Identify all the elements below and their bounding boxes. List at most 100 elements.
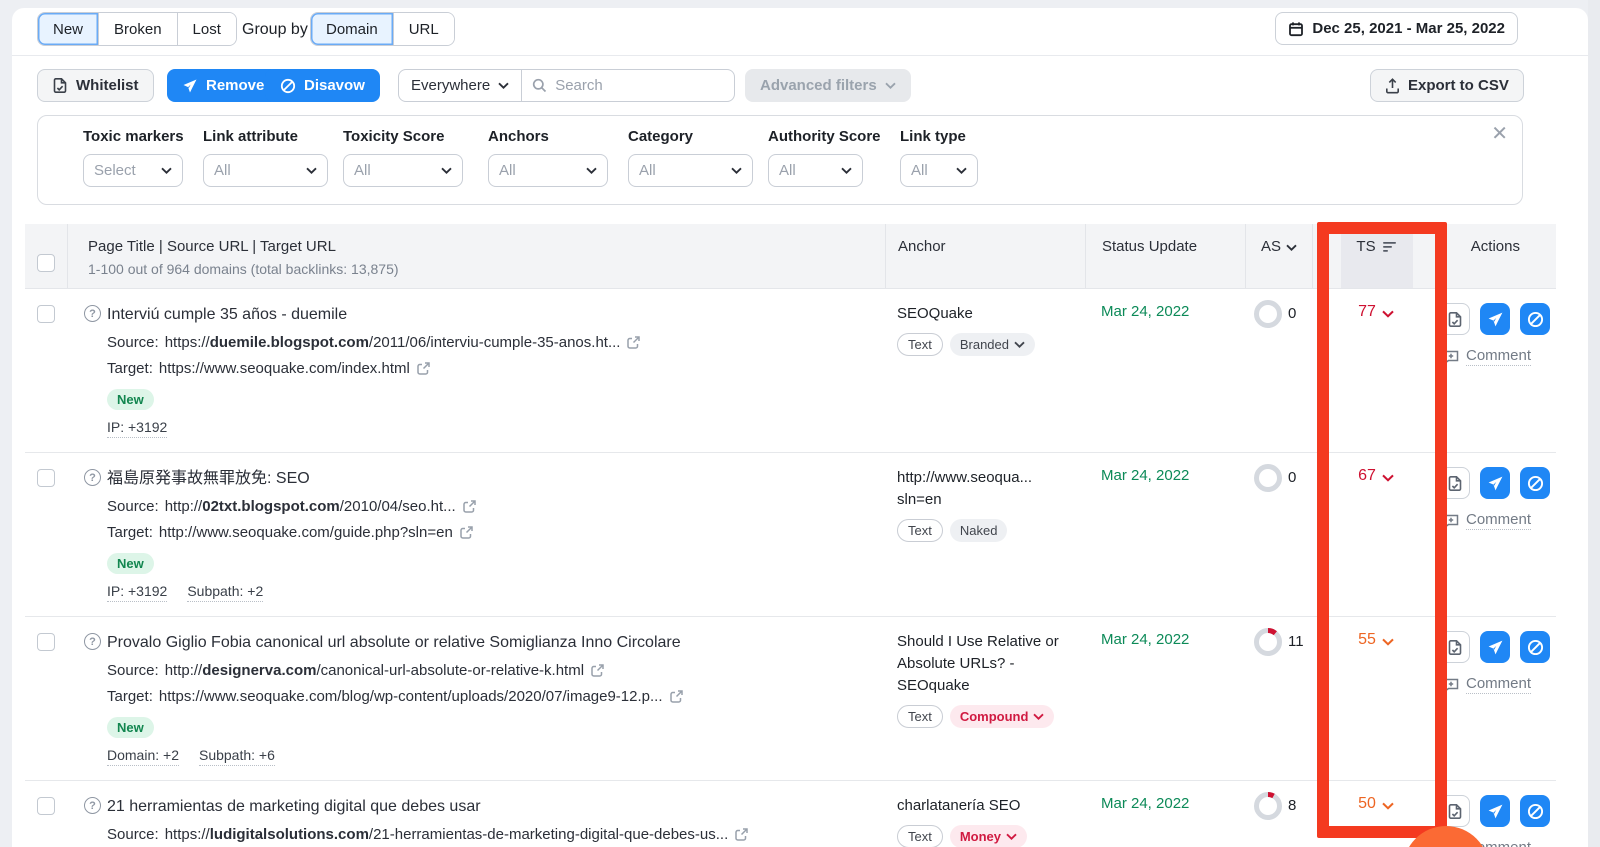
tab-lost[interactable]: Lost <box>177 13 236 45</box>
disavow-button[interactable]: Disavow <box>265 69 380 102</box>
target-url[interactable]: https://www.seoquake.com/index.html <box>159 358 410 379</box>
whitelist-row-button[interactable] <box>1440 631 1471 663</box>
remove-button[interactable]: Remove <box>167 69 280 102</box>
filter-select[interactable]: All <box>768 154 863 187</box>
anchor-tag-label: Text <box>908 829 932 844</box>
status-update-date: Mar 24, 2022 <box>1101 303 1190 320</box>
export-csv-button[interactable]: Export to CSV <box>1370 69 1524 102</box>
source-url[interactable]: https://ludigitalsolutions.com/21-herram… <box>165 824 729 845</box>
meta-link[interactable]: Domain: +2 <box>107 747 179 766</box>
page-title-column-label: Page Title | Source URL | Target URL <box>88 238 336 255</box>
anchor-tag-money[interactable]: Money <box>949 825 1028 847</box>
external-link-icon[interactable] <box>462 499 477 514</box>
ts-column-label: TS <box>1356 238 1376 255</box>
external-link-icon[interactable] <box>626 335 641 350</box>
comment-control[interactable]: Comment <box>1442 347 1550 366</box>
help-icon[interactable]: ? <box>84 469 101 486</box>
filter-category: Category All <box>628 128 753 187</box>
disavow-row-button[interactable] <box>1520 631 1550 663</box>
column-header-anchor[interactable]: Anchor <box>885 224 1085 288</box>
select-all-checkbox[interactable] <box>37 254 55 272</box>
whitelist-button[interactable]: Whitelist <box>37 69 154 102</box>
meta-link[interactable]: Subpath: +2 <box>187 583 264 602</box>
row-checkbox[interactable] <box>37 469 55 487</box>
close-icon[interactable]: ✕ <box>1491 124 1508 144</box>
external-link-icon[interactable] <box>416 361 431 376</box>
tab-new[interactable]: New <box>38 13 100 45</box>
anchor-tag-text[interactable]: Text <box>897 333 943 356</box>
external-link-icon[interactable] <box>669 689 684 704</box>
ts-cell[interactable]: 67 <box>1312 453 1440 616</box>
filter-select[interactable]: All <box>900 154 978 187</box>
whitelist-row-button[interactable] <box>1440 795 1471 827</box>
meta-link[interactable]: IP: +3192 <box>107 419 168 438</box>
anchor-tag-branded[interactable]: Branded <box>949 333 1035 356</box>
row-checkbox[interactable] <box>37 305 55 323</box>
anchor-tag-naked[interactable]: Naked <box>949 519 1008 542</box>
chevron-down-icon <box>441 167 452 174</box>
disavow-row-button[interactable] <box>1520 795 1550 827</box>
date-range-button[interactable]: Dec 25, 2021 - Mar 25, 2022 <box>1275 12 1518 45</box>
filter-select[interactable]: All <box>628 154 753 187</box>
external-link-icon[interactable] <box>459 525 474 540</box>
anchor-tag-text[interactable]: Text <box>897 519 943 542</box>
target-url[interactable]: https://www.seoquake.com/blog/wp-content… <box>159 686 663 707</box>
remove-row-button[interactable] <box>1480 303 1511 335</box>
comment-control[interactable]: Comment <box>1442 675 1550 694</box>
anchor-tag-text[interactable]: Text <box>897 705 943 728</box>
anchor-tag-text[interactable]: Text <box>897 825 943 847</box>
filter-label: Toxic markers <box>83 128 184 145</box>
comment-control[interactable]: Comment <box>1442 511 1550 530</box>
source-url[interactable]: http://designerva.com/canonical-url-abso… <box>165 660 584 681</box>
target-url-line: Target: https://www.seoquake.com/index.h… <box>107 358 641 379</box>
help-icon[interactable]: ? <box>84 633 101 650</box>
anchor-tag-compound[interactable]: Compound <box>949 705 1055 728</box>
tab-broken[interactable]: Broken <box>99 13 178 45</box>
meta-link[interactable]: IP: +3192 <box>107 583 168 602</box>
group-tab-domain[interactable]: Domain <box>311 13 394 45</box>
anchor-cell: Should I Use Relative or Absolute URLs? … <box>885 617 1085 780</box>
filter-select[interactable]: All <box>203 154 328 187</box>
group-tab-url[interactable]: URL <box>393 13 454 45</box>
as-gauge-icon <box>1253 463 1283 493</box>
scope-value: Everywhere <box>411 77 491 94</box>
source-url[interactable]: http://02txt.blogspot.com/2010/04/seo.ht… <box>165 496 456 517</box>
help-icon[interactable]: ? <box>84 305 101 322</box>
column-header-status[interactable]: Status Update <box>1085 224 1245 288</box>
filter-select[interactable]: All <box>488 154 608 187</box>
help-icon[interactable]: ? <box>84 797 101 814</box>
filter-label: Toxicity Score <box>343 128 445 145</box>
row-title: Interviú cumple 35 años - duemile <box>107 306 348 323</box>
external-link-icon[interactable] <box>590 663 605 678</box>
remove-row-button[interactable] <box>1480 467 1511 499</box>
remove-row-button[interactable] <box>1480 795 1511 827</box>
disavow-row-button[interactable] <box>1520 467 1550 499</box>
disavow-row-button[interactable] <box>1520 303 1550 335</box>
column-header-as[interactable]: AS <box>1245 224 1312 288</box>
filter-select[interactable]: Select <box>83 154 183 187</box>
advanced-filters-button[interactable]: Advanced filters <box>745 69 911 102</box>
column-header-ts[interactable]: TS <box>1312 224 1440 288</box>
as-value: 0 <box>1288 305 1297 322</box>
ts-cell[interactable]: 77 <box>1312 289 1440 452</box>
filter-label: Authority Score <box>768 128 881 145</box>
source-label: Source: <box>107 334 159 351</box>
table-row: ? 21 herramientas de marketing digital q… <box>25 781 1556 847</box>
page-right-gutter <box>1588 0 1600 847</box>
external-link-icon[interactable] <box>734 827 749 842</box>
search-input[interactable] <box>555 77 755 94</box>
target-url[interactable]: http://www.seoquake.com/guide.php?sln=en <box>159 522 453 543</box>
column-header-page-title[interactable]: Page Title | Source URL | Target URL 1-1… <box>67 224 885 288</box>
whitelist-row-button[interactable] <box>1440 303 1471 335</box>
filter-select[interactable]: All <box>343 154 463 187</box>
source-url-line: Source: https://ludigitalsolutions.com/2… <box>107 824 749 845</box>
source-url[interactable]: https://duemile.blogspot.com/2011/06/int… <box>165 332 621 353</box>
scope-dropdown[interactable]: Everywhere <box>399 70 523 101</box>
ts-cell[interactable]: 55 <box>1312 617 1440 780</box>
meta-link[interactable]: Subpath: +6 <box>198 747 275 766</box>
row-checkbox[interactable] <box>37 633 55 651</box>
whitelist-label: Whitelist <box>76 77 139 94</box>
remove-row-button[interactable] <box>1480 631 1511 663</box>
whitelist-row-button[interactable] <box>1440 467 1471 499</box>
row-checkbox[interactable] <box>37 797 55 815</box>
